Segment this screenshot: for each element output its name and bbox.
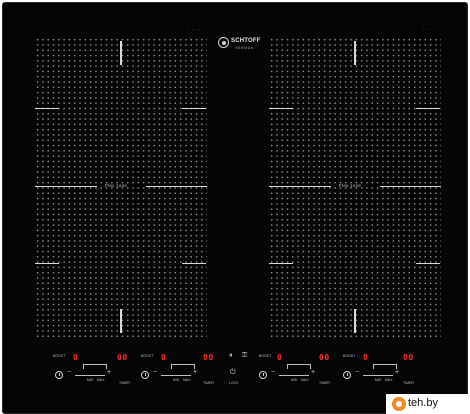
left-zone-top-marker — [120, 41, 122, 65]
zone1-select-icon[interactable] — [55, 371, 63, 379]
zone3-power-display: 0 — [277, 353, 283, 362]
brand-logo: SCHTOFF HERMAN — [218, 35, 260, 57]
right-zone-upper-right-marker — [416, 108, 440, 109]
right-zone-bottom-marker — [354, 309, 356, 333]
zone3-timer-label: TIMER — [319, 381, 330, 385]
zone1-timer-label: TIMER — [119, 381, 130, 385]
zone4-bracket — [373, 364, 397, 369]
zone2-power-slider[interactable] — [161, 375, 191, 376]
zone3-max-label[interactable]: MAX — [301, 378, 309, 382]
left-zone-upper-right-marker — [182, 108, 206, 109]
corner-marks-left: · · · — [188, 27, 201, 33]
zone4-select-icon[interactable] — [343, 371, 351, 379]
zone1-power-slider[interactable] — [75, 375, 105, 376]
zone2-mid-label[interactable]: MID — [173, 378, 179, 382]
lock-label: LOCK — [229, 381, 239, 385]
watermark-logo-icon — [392, 397, 406, 411]
left-zone-bottom-marker — [120, 309, 122, 333]
zone1-timer-display: 00 — [117, 353, 128, 362]
zone1-max-label[interactable]: MAX — [97, 378, 105, 382]
right-zone-lower-left-marker — [269, 263, 293, 264]
zone2-max-label[interactable]: MAX — [183, 378, 191, 382]
brand-name: SCHTOFF — [231, 38, 261, 44]
boost-label-zone3[interactable]: BOOST — [259, 354, 271, 358]
brand-emblem-icon — [218, 37, 229, 48]
zone3-mid-label[interactable]: MID — [291, 378, 297, 382]
brand-subname: HERMAN — [235, 46, 254, 50]
zone2-plus-button[interactable]: + — [193, 369, 197, 376]
boost-label-zone2[interactable]: BOOST — [141, 354, 153, 358]
induction-hob: · · · · · · SCHTOFF HERMAN Flex zone Fle… — [2, 2, 468, 414]
right-zone-divider — [269, 186, 331, 187]
zone2-timer-display: 00 — [203, 353, 214, 362]
right-zone-label: Flex zone — [339, 183, 362, 188]
right-zone-lower-right-marker — [416, 263, 440, 264]
zone3-power-slider[interactable] — [279, 375, 309, 376]
zone1-bracket — [83, 364, 107, 369]
boost-label-zone4[interactable]: BOOST — [343, 354, 355, 358]
boost-label-zone1[interactable]: BOOST — [53, 354, 65, 358]
left-zone-upper-left-marker — [35, 108, 59, 109]
zone4-max-label[interactable]: MAX — [385, 378, 393, 382]
pause-icon[interactable]: ⏸ — [229, 352, 233, 360]
zone1-power-display: 0 — [73, 353, 79, 362]
right-zone-upper-left-marker — [269, 108, 293, 109]
left-flex-zone — [35, 37, 207, 339]
zone1-mid-label[interactable]: MID — [87, 378, 93, 382]
zone2-minus-button[interactable]: − — [153, 369, 157, 376]
left-zone-divider — [35, 186, 97, 187]
right-flex-zone — [269, 37, 441, 339]
zone4-timer-label: TIMER — [403, 381, 414, 385]
zone2-select-icon[interactable] — [141, 371, 149, 379]
left-zone-lower-left-marker — [35, 263, 59, 264]
left-zone-lower-right-marker — [182, 263, 206, 264]
zone1-minus-button[interactable]: − — [67, 369, 71, 376]
zone3-bracket — [287, 364, 311, 369]
zone4-power-slider[interactable] — [363, 375, 393, 376]
watermark-text: teh.by — [408, 397, 438, 409]
power-icon[interactable]: ⏻ — [230, 369, 236, 377]
zone2-bracket — [171, 364, 195, 369]
zone3-plus-button[interactable]: + — [311, 369, 315, 376]
right-zone-top-marker — [354, 41, 356, 65]
left-zone-divider-right — [146, 186, 207, 187]
lock-icon[interactable]: ⚿ — [242, 352, 247, 360]
zone4-power-display: 0 — [363, 353, 369, 362]
zone4-timer-display: 00 — [403, 353, 414, 362]
zone2-timer-label: TIMER — [203, 381, 214, 385]
zone3-timer-display: 00 — [319, 353, 330, 362]
watermark: teh.by — [386, 394, 470, 414]
zone3-select-icon[interactable] — [259, 371, 267, 379]
corner-marks-right: · · · — [423, 27, 436, 33]
left-zone-label: Flex zone — [105, 183, 128, 188]
zone4-minus-button[interactable]: − — [355, 369, 359, 376]
zone3-minus-button[interactable]: − — [271, 369, 275, 376]
zone4-mid-label[interactable]: MID — [375, 378, 381, 382]
zone2-power-display: 0 — [161, 353, 167, 362]
touch-control-panel: BOOST 0 00 − MID MAX + TIMER BOOST 0 00 … — [37, 347, 437, 391]
right-zone-divider-right — [380, 186, 441, 187]
zone1-plus-button[interactable]: + — [107, 369, 111, 376]
zone4-plus-button[interactable]: + — [395, 369, 399, 376]
